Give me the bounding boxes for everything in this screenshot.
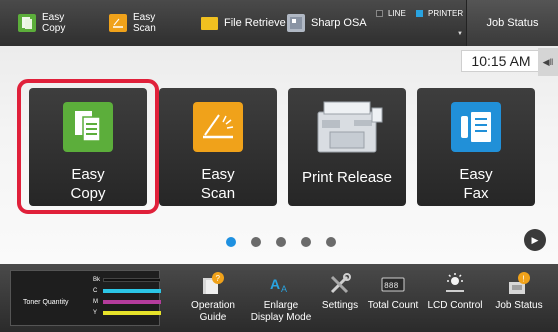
shortcut-easy-copy-line1: Easy: [42, 12, 65, 23]
toner-row-m: M: [93, 299, 161, 305]
tile-easy-scan[interactable]: Easy Scan: [159, 88, 277, 206]
printer-status: PRINTER: [416, 9, 463, 18]
printer-status-indicator: [416, 10, 423, 17]
osa-icon: [287, 14, 305, 32]
toner-m-bar: [103, 300, 161, 304]
settings-button[interactable]: Settings: [318, 264, 362, 332]
toner-y-label: Y: [93, 310, 98, 316]
toner-m-label: M: [93, 299, 98, 305]
bottom-bar: Toner Quantity Bk C M Y ? Operation Guid…: [0, 264, 558, 332]
toner-quantity-panel[interactable]: Toner Quantity Bk C M Y: [10, 270, 161, 326]
line-status-label: LINE: [388, 9, 406, 18]
svg-text:888: 888: [384, 282, 399, 291]
folder-icon: [201, 16, 218, 30]
easy-scan-icon: [109, 14, 127, 32]
shortcut-file-retrieve[interactable]: File Retrieve: [201, 0, 286, 46]
page-dot-3[interactable]: [276, 237, 286, 247]
tile-print-release[interactable]: Print Release: [288, 88, 406, 206]
svg-text:!: !: [522, 275, 524, 284]
tile-easy-scan-line1: Easy: [201, 166, 235, 183]
next-page-button[interactable]: ▶: [524, 229, 546, 251]
enlarge-display-line1: Enlarge: [263, 300, 299, 311]
printer-icon: [310, 98, 384, 156]
lcd-control-label: LCD Control: [427, 300, 483, 311]
settings-label: Settings: [321, 300, 359, 311]
page-indicator: [226, 237, 336, 247]
operation-guide-line2: Guide: [199, 312, 227, 323]
easy-copy-icon: [63, 102, 113, 152]
shortcut-easy-scan[interactable]: Easy Scan: [109, 0, 156, 46]
total-count-icon: 888: [381, 277, 405, 292]
settings-icon: [330, 273, 351, 294]
toner-row-y: Y: [93, 310, 161, 316]
clock: 10:15 AM: [461, 50, 541, 72]
top-bar: Easy Copy Easy Scan File Retrieve Sharp …: [0, 0, 558, 46]
play-arrow-icon: ▶: [531, 234, 539, 245]
tile-easy-copy[interactable]: Easy Copy: [29, 88, 147, 206]
svg-text:A: A: [281, 284, 287, 294]
page-dot-4[interactable]: [301, 237, 311, 247]
lcd-control-icon: [446, 273, 464, 292]
enlarge-display-button[interactable]: A A Enlarge Display Mode: [248, 264, 314, 332]
line-status: LINE: [376, 9, 406, 18]
page-dot-2[interactable]: [251, 237, 261, 247]
line-status-indicator: [376, 10, 383, 17]
total-count-button[interactable]: 888 Total Count: [365, 264, 421, 332]
enlarge-display-icon: A A: [270, 276, 287, 294]
toner-y-bar: [103, 311, 161, 315]
enlarge-display-line2: Display Mode: [250, 312, 312, 323]
toner-bk-bar: [103, 278, 161, 282]
operation-guide-line1: Operation: [191, 300, 235, 311]
svg-text:A: A: [270, 276, 280, 292]
shortcut-sharp-osa[interactable]: Sharp OSA: [287, 0, 367, 46]
shortcut-file-retrieve-label: File Retrieve: [224, 17, 286, 29]
job-status-icon: !: [509, 272, 530, 294]
operation-guide-button[interactable]: ? Operation Guide: [187, 264, 239, 332]
toner-bk-label: Bk: [93, 277, 101, 283]
easy-fax-icon: [451, 102, 501, 152]
tile-easy-scan-line2: Scan: [200, 185, 236, 202]
job-status-bottom-label: Job Status: [495, 300, 543, 311]
shortcut-easy-copy-line2: Copy: [42, 23, 66, 34]
tile-easy-fax-line1: Easy: [459, 166, 493, 183]
tile-easy-copy-line1: Easy: [71, 166, 105, 183]
side-panel-tab[interactable]: ◀‖: [538, 48, 558, 76]
shortcut-easy-scan-line1: Easy: [133, 12, 156, 23]
toner-row-bk: Bk: [93, 277, 161, 283]
lcd-control-button[interactable]: LCD Control: [424, 264, 486, 332]
total-count-label: Total Count: [367, 300, 419, 311]
easy-scan-icon: [193, 102, 243, 152]
svg-text:?: ?: [216, 274, 221, 283]
toner-c-bar: [103, 289, 161, 293]
shortcut-easy-scan-line2: Scan: [133, 23, 156, 34]
tile-easy-fax-line2: Fax: [463, 185, 489, 202]
enlarge-display-label: Enlarge Display Mode: [251, 300, 312, 324]
shortcut-easy-copy[interactable]: Easy Copy: [18, 0, 65, 46]
tile-print-release-label: Print Release: [301, 169, 393, 186]
tile-easy-copy-line2: Copy: [70, 185, 106, 202]
operation-guide-label: Operation Guide: [191, 300, 235, 324]
tile-easy-fax[interactable]: Easy Fax: [417, 88, 535, 206]
job-status-bottom-button[interactable]: ! Job Status: [490, 264, 548, 332]
page-dot-5[interactable]: [326, 237, 336, 247]
easy-copy-icon: [18, 14, 36, 32]
status-dropdown-icon[interactable]: ▼: [457, 31, 463, 37]
toner-c-label: C: [93, 288, 98, 294]
printer-status-label: PRINTER: [428, 9, 464, 18]
toner-quantity-label: Toner Quantity: [23, 299, 69, 306]
job-status-button[interactable]: Job Status: [466, 0, 558, 46]
page-dot-1[interactable]: [226, 237, 236, 247]
toner-row-c: C: [93, 288, 161, 294]
shortcut-sharp-osa-label: Sharp OSA: [311, 17, 367, 29]
operation-guide-icon: ?: [203, 272, 224, 294]
